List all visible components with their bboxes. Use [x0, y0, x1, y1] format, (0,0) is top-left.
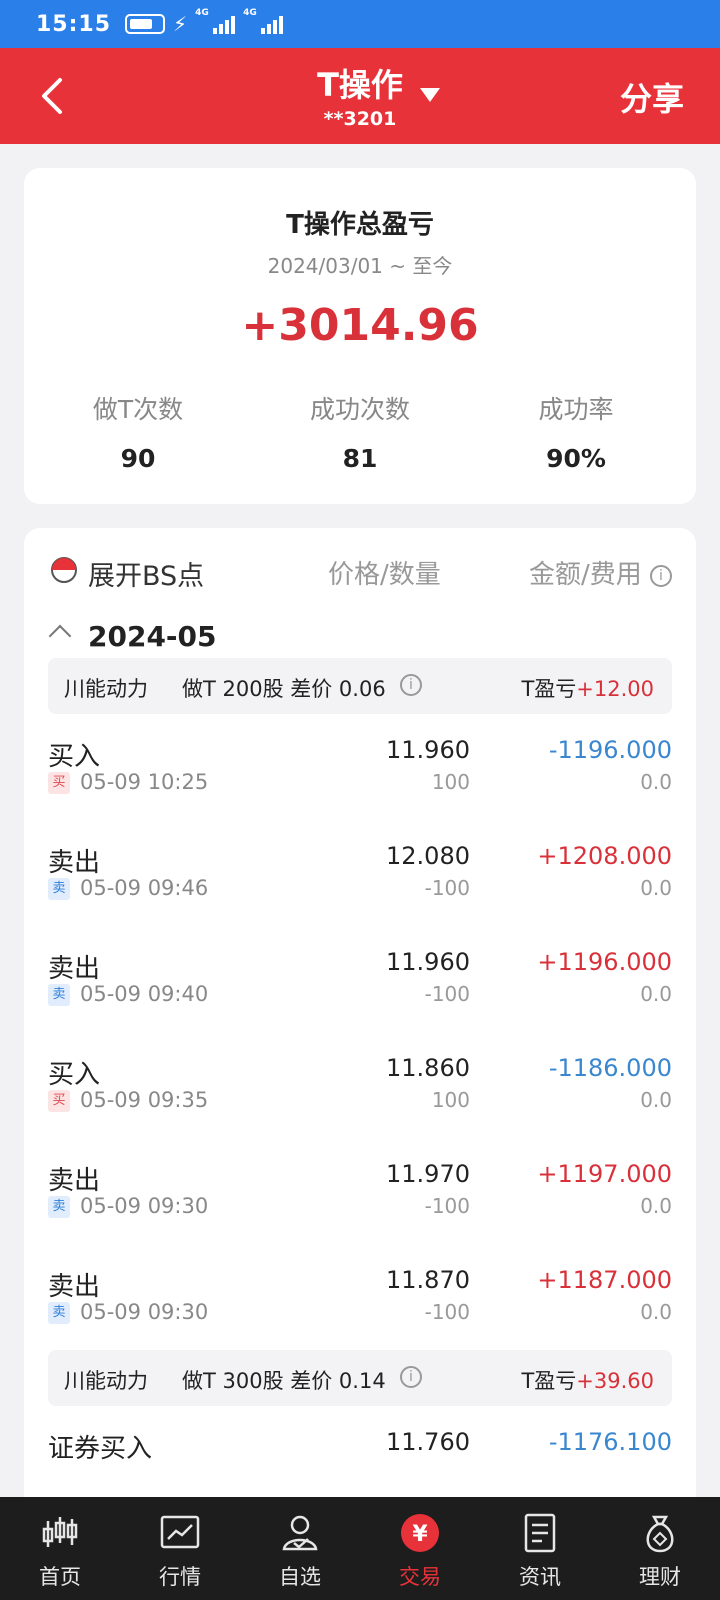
candlestick-icon: [42, 1517, 78, 1547]
document-icon: [524, 1513, 556, 1553]
share-button[interactable]: 分享: [620, 74, 684, 120]
tab-market[interactable]: 行情: [120, 1497, 240, 1600]
detail-header: 展开BS点 价格/数量 金额/费用 i: [24, 550, 696, 593]
group-desc: 做T 300股 差价 0.14: [182, 1369, 386, 1393]
bottom-tab-bar: 首页 行情 自选 ¥ 交易 资讯 理财: [0, 1497, 720, 1600]
page-title[interactable]: T操作: [0, 60, 720, 106]
signal-icon-2: 4G: [243, 8, 284, 34]
tab-watchlist[interactable]: 自选: [240, 1497, 360, 1600]
date-range[interactable]: 2024/03/01 ~ 至今: [24, 250, 696, 279]
sell-badge: 卖: [48, 1302, 70, 1324]
status-time: 15:15: [36, 11, 112, 37]
sell-badge: 卖: [48, 878, 70, 900]
account-number: **3201: [323, 108, 397, 130]
money-bag-icon: [646, 1515, 674, 1553]
tab-news[interactable]: 资讯: [480, 1497, 600, 1600]
stat-trade-count: 做T次数 90: [92, 395, 184, 473]
yuan-icon: ¥: [401, 1514, 439, 1552]
group-stock-name: 川能动力: [64, 1369, 148, 1393]
trade-detail-card: 展开BS点 价格/数量 金额/费用 i 2024-05 川能动力 做T 200股…: [24, 528, 696, 1600]
t-group-summary: 川能动力 做T 300股 差价 0.14 i T盈亏+39.60: [48, 1350, 672, 1406]
buy-badge: 买: [48, 1090, 70, 1112]
battery-icon: [125, 14, 166, 34]
summary-card: T操作总盈亏 2024/03/01 ~ 至今 +3014.96 做T次数 90 …: [24, 168, 696, 504]
trade-row[interactable]: 卖出 卖 05-09 09:30 11.970 -100 +1197.000 0…: [24, 1160, 696, 1260]
tab-home[interactable]: 首页: [0, 1497, 120, 1600]
stat-success-count: 成功次数 81: [309, 395, 410, 473]
summary-title: T操作总盈亏: [286, 210, 434, 240]
group-pl: T盈亏+39.60: [521, 1369, 654, 1393]
charging-icon: ⚡: [173, 12, 188, 36]
col-price-qty: 价格/数量: [328, 560, 441, 590]
person-check-icon: [282, 1515, 318, 1551]
tab-trade[interactable]: ¥ 交易: [360, 1497, 480, 1600]
buy-badge: 买: [48, 772, 70, 794]
group-stock-name: 川能动力: [64, 677, 148, 701]
info-icon[interactable]: i: [400, 674, 422, 696]
caret-down-icon[interactable]: [420, 88, 440, 102]
pie-chart-icon[interactable]: [50, 556, 78, 584]
expand-bs-button[interactable]: 展开BS点: [88, 554, 204, 593]
info-icon[interactable]: i: [400, 1366, 422, 1388]
tab-wealth[interactable]: 理财: [600, 1497, 720, 1600]
sell-badge: 卖: [48, 1196, 70, 1218]
status-bar: 15:15 ⚡ 4G 4G: [0, 0, 720, 48]
trade-row[interactable]: 卖出 卖 05-09 09:46 12.080 -100 +1208.000 0…: [24, 842, 696, 942]
app-header: T操作 **3201 分享: [0, 48, 720, 144]
total-profit: +3014.96: [241, 300, 479, 351]
svg-text:¥: ¥: [412, 1522, 428, 1547]
sell-badge: 卖: [48, 984, 70, 1006]
chevron-up-icon: [48, 624, 72, 648]
chart-icon: [160, 1515, 200, 1549]
group-pl: T盈亏+12.00: [521, 677, 654, 701]
signal-icon: 4G: [195, 8, 236, 34]
info-icon[interactable]: i: [650, 564, 672, 587]
col-amount-fee: 金额/费用 i: [529, 554, 672, 591]
trade-row[interactable]: 卖出 卖 05-09 09:40 11.960 -100 +1196.000 0…: [24, 948, 696, 1048]
t-group-summary: 川能动力 做T 200股 差价 0.06 i T盈亏+12.00: [48, 658, 672, 714]
stat-success-rate: 成功率 90%: [538, 395, 614, 473]
trade-row[interactable]: 买入 买 05-09 10:25 11.960 100 -1196.000 0.…: [24, 736, 696, 836]
month-header[interactable]: 2024-05: [48, 620, 217, 653]
trade-row[interactable]: 买入 买 05-09 09:35 11.860 100 -1186.000 0.…: [24, 1054, 696, 1154]
group-desc: 做T 200股 差价 0.06: [182, 677, 386, 701]
